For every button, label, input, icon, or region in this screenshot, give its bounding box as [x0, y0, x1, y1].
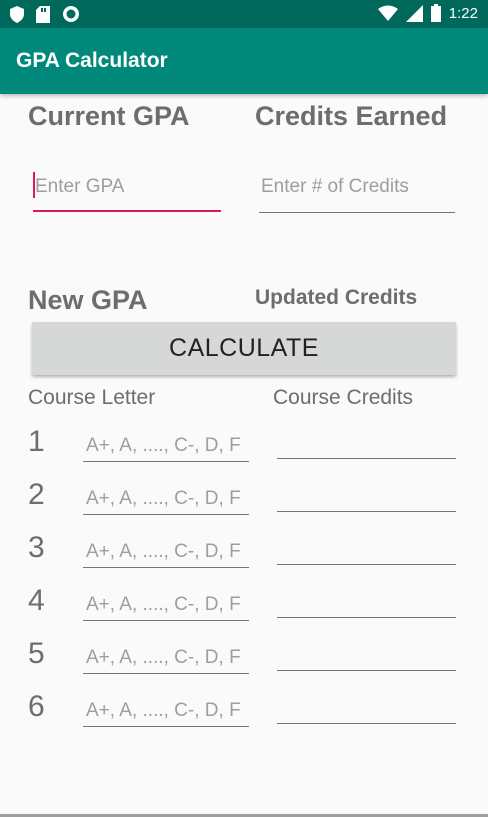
course-letter-input[interactable]: [84, 538, 252, 566]
course-letter-input[interactable]: [84, 697, 252, 725]
credits-earned-underline: [259, 212, 455, 213]
course-credits-underline: [277, 670, 456, 671]
course-credits-input[interactable]: [277, 644, 460, 672]
course-row-number: 3: [28, 531, 45, 564]
course-letter-underline: [83, 726, 249, 727]
course-letter-underline: [83, 514, 249, 515]
course-letter-input[interactable]: [84, 485, 252, 513]
course-letter-input[interactable]: [84, 432, 252, 460]
sd-card-icon: [36, 5, 50, 23]
current-gpa-underline: [33, 210, 221, 212]
wifi-icon: [377, 5, 398, 21]
signal-icon: [405, 4, 423, 22]
status-bar: 1:22: [0, 0, 488, 28]
course-row-number: 2: [28, 478, 45, 511]
new-gpa-label: New GPA: [28, 285, 148, 315]
calculate-button[interactable]: CALCULATE: [32, 322, 456, 375]
course-letter-header: Course Letter: [28, 386, 156, 409]
course-credits-underline: [277, 458, 456, 459]
current-gpa-input[interactable]: [33, 170, 223, 204]
course-row-number: 1: [28, 425, 45, 458]
record-icon: [63, 6, 79, 22]
course-credits-underline: [277, 564, 456, 565]
course-letter-input[interactable]: [84, 644, 252, 672]
course-credits-input[interactable]: [277, 538, 460, 566]
updated-credits-label: Updated Credits: [255, 286, 418, 309]
app-bar: GPA Calculator: [0, 28, 488, 94]
course-credits-input[interactable]: [277, 485, 460, 513]
course-letter-underline: [83, 567, 249, 568]
text-cursor: [33, 172, 35, 198]
course-credits-input[interactable]: [277, 432, 460, 460]
course-row-number: 6: [28, 690, 45, 723]
status-time: 1:22: [448, 4, 478, 22]
credits-earned-input[interactable]: [259, 170, 459, 204]
course-letter-underline: [83, 620, 249, 621]
shield-icon: [10, 5, 24, 23]
course-letter-underline: [83, 461, 249, 462]
course-credits-input[interactable]: [277, 591, 460, 619]
course-row-number: 4: [28, 584, 45, 617]
course-credits-input[interactable]: [277, 697, 460, 725]
current-gpa-label: Current GPA: [28, 101, 190, 131]
app-title: GPA Calculator: [16, 49, 168, 72]
course-letter-underline: [83, 673, 249, 674]
course-row-number: 5: [28, 637, 45, 670]
course-credits-underline: [277, 723, 456, 724]
course-credits-underline: [277, 617, 456, 618]
course-credits-header: Course Credits: [273, 386, 414, 409]
course-letter-input[interactable]: [84, 591, 252, 619]
credits-earned-label: Credits Earned: [255, 101, 448, 131]
course-credits-underline: [277, 511, 456, 512]
battery-icon: [430, 4, 441, 22]
